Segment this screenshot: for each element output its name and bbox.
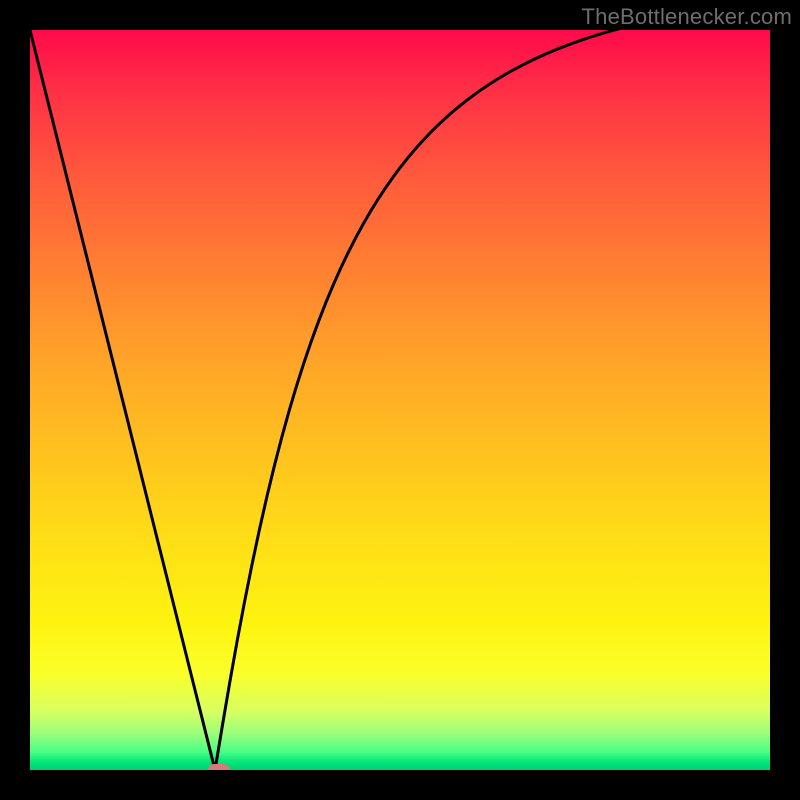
watermark-text: TheBottlenecker.com: [582, 4, 792, 30]
plot-area: [30, 30, 770, 770]
bottleneck-curve: [30, 30, 770, 770]
curve-svg: [30, 30, 770, 770]
chart-frame: TheBottlenecker.com: [0, 0, 800, 800]
optimal-point-marker: [208, 764, 230, 770]
